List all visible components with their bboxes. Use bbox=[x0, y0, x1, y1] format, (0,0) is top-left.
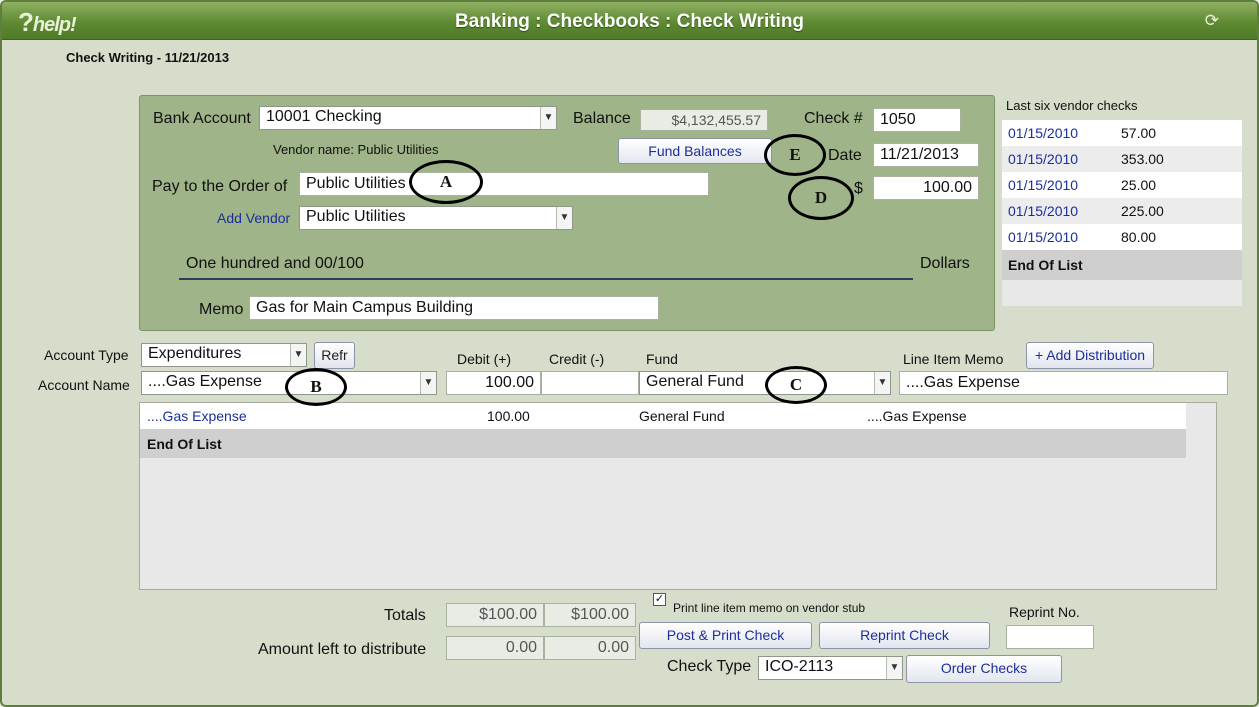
fund-balances-button[interactable]: Fund Balances bbox=[618, 138, 772, 164]
credit-input[interactable] bbox=[541, 371, 639, 395]
check-amount: 25.00 bbox=[1121, 177, 1157, 193]
chevron-down-icon: ▼ bbox=[540, 107, 556, 129]
check-amount: 57.00 bbox=[1121, 125, 1157, 141]
line-memo-input[interactable]: ....Gas Expense bbox=[899, 371, 1228, 395]
list-item[interactable]: 01/15/2010 225.00 bbox=[1002, 198, 1242, 224]
bank-account-select[interactable]: 10001 Checking ▼ bbox=[259, 106, 557, 130]
debit-label: Debit (+) bbox=[457, 351, 512, 367]
bank-account-label: Bank Account bbox=[153, 110, 251, 127]
window-title: Banking : Checkbooks : Check Writing bbox=[454, 11, 805, 32]
check-date: 01/15/2010 bbox=[1008, 151, 1079, 167]
add-vendor-link[interactable]: Add Vendor bbox=[217, 210, 290, 226]
check-type-label: Check Type bbox=[667, 658, 752, 675]
date-label: Date bbox=[828, 147, 862, 164]
annotation-d: D bbox=[788, 176, 854, 220]
vendor-select[interactable]: Public Utilities ▼ bbox=[299, 206, 573, 230]
left-debit: 0.00 bbox=[446, 636, 544, 660]
chevron-down-icon: ▼ bbox=[556, 207, 572, 229]
check-date: 01/15/2010 bbox=[1008, 229, 1079, 245]
row-fund: General Fund bbox=[639, 408, 725, 424]
list-end-row: End Of List bbox=[1002, 250, 1242, 280]
annotation-e: E bbox=[764, 134, 826, 176]
chevron-down-icon: ▼ bbox=[874, 372, 890, 394]
amount-in-words: One hundred and 00/100 bbox=[186, 255, 364, 272]
post-print-check-button[interactable]: Post & Print Check bbox=[639, 622, 812, 649]
debit-input[interactable]: 100.00 bbox=[446, 371, 541, 395]
line-memo-label: Line Item Memo bbox=[903, 351, 1004, 367]
reprint-check-button[interactable]: Reprint Check bbox=[819, 622, 990, 649]
balance-label: Balance bbox=[573, 110, 631, 127]
total-debit: $100.00 bbox=[446, 603, 544, 627]
bank-account-value: 10001 Checking bbox=[266, 108, 382, 125]
row-account: ....Gas Expense bbox=[147, 408, 247, 424]
title-bar: ?help! Banking : Checkbooks : Check Writ… bbox=[2, 2, 1257, 40]
check-type-select[interactable]: ICO-2113 ▼ bbox=[758, 656, 903, 680]
check-number-input[interactable]: 1050 bbox=[873, 108, 961, 132]
chevron-down-icon: ▼ bbox=[290, 344, 306, 366]
account-type-select[interactable]: Expenditures ▼ bbox=[141, 343, 307, 367]
table-row[interactable]: ....Gas Expense 100.00 General Fund ....… bbox=[140, 403, 1186, 429]
date-input[interactable]: 11/21/2013 bbox=[873, 143, 979, 167]
refresh-button[interactable]: Refr bbox=[314, 342, 355, 369]
print-memo-label: Print line item memo on vendor stub bbox=[673, 601, 866, 615]
vendor-checks-title: Last six vendor checks bbox=[1006, 98, 1138, 113]
memo-input[interactable]: Gas for Main Campus Building bbox=[249, 296, 659, 320]
check-type-value: ICO-2113 bbox=[765, 658, 834, 675]
fund-label: Fund bbox=[646, 351, 678, 367]
order-checks-button[interactable]: Order Checks bbox=[906, 655, 1062, 683]
annotation-a: A bbox=[409, 160, 483, 204]
check-amount: 225.00 bbox=[1121, 203, 1164, 219]
check-date: 01/15/2010 bbox=[1008, 125, 1079, 141]
account-name-value: ....Gas Expense bbox=[148, 373, 262, 390]
account-type-label: Account Type bbox=[44, 347, 129, 363]
print-memo-checkbox[interactable]: ✓ bbox=[653, 593, 666, 606]
left-credit: 0.00 bbox=[544, 636, 636, 660]
page-heading: Check Writing - 11/21/2013 bbox=[66, 50, 230, 65]
end-of-list-label: End Of List bbox=[1008, 257, 1083, 273]
chevron-down-icon: ▼ bbox=[420, 372, 436, 394]
refresh-icon[interactable]: ⟳ bbox=[1205, 11, 1219, 31]
check-number-label: Check # bbox=[804, 110, 863, 127]
dollars-label: Dollars bbox=[920, 255, 970, 272]
list-item[interactable]: 01/15/2010 353.00 bbox=[1002, 146, 1242, 172]
end-of-list-label: End Of List bbox=[147, 436, 222, 452]
account-type-value: Expenditures bbox=[148, 345, 242, 362]
pay-to-label: Pay to the Order of bbox=[152, 178, 288, 195]
reprint-no-label: Reprint No. bbox=[1009, 604, 1080, 620]
vendor-name-text: Vendor name: Public Utilities bbox=[273, 142, 439, 157]
add-distribution-button[interactable]: + Add Distribution bbox=[1026, 342, 1154, 369]
list-item[interactable]: 01/15/2010 25.00 bbox=[1002, 172, 1242, 198]
pay-to-input[interactable]: Public Utilities bbox=[299, 172, 709, 196]
check-date: 01/15/2010 bbox=[1008, 203, 1079, 219]
annotation-c: C bbox=[765, 366, 827, 404]
account-name-label: Account Name bbox=[38, 377, 130, 393]
row-amount: 100.00 bbox=[487, 408, 530, 424]
balance-field: $4,132,455.57 bbox=[640, 109, 768, 131]
amount-input[interactable]: 100.00 bbox=[873, 176, 979, 200]
totals-label: Totals bbox=[384, 607, 426, 624]
annotation-b: B bbox=[285, 368, 347, 406]
total-credit: $100.00 bbox=[544, 603, 636, 627]
chevron-down-icon: ▼ bbox=[886, 657, 902, 679]
fund-value: General Fund bbox=[646, 373, 744, 390]
row-memo: ....Gas Expense bbox=[867, 408, 967, 424]
credit-label: Credit (-) bbox=[549, 351, 605, 367]
dollar-sign: $ bbox=[854, 180, 863, 197]
check-date: 01/15/2010 bbox=[1008, 177, 1079, 193]
distribution-list: ....Gas Expense 100.00 General Fund ....… bbox=[139, 402, 1217, 590]
check-writing-window: ?help! Banking : Checkbooks : Check Writ… bbox=[0, 0, 1259, 707]
vendor-checks-list: 01/15/2010 57.00 01/15/2010 353.00 01/15… bbox=[1002, 120, 1242, 306]
check-amount: 353.00 bbox=[1121, 151, 1164, 167]
reprint-no-input[interactable] bbox=[1006, 625, 1094, 649]
amount-underline bbox=[179, 278, 913, 280]
list-item[interactable]: 01/15/2010 80.00 bbox=[1002, 224, 1242, 250]
memo-label: Memo bbox=[199, 301, 244, 318]
vendor-select-value: Public Utilities bbox=[306, 208, 406, 225]
check-amount: 80.00 bbox=[1121, 229, 1157, 245]
amount-left-label: Amount left to distribute bbox=[258, 641, 427, 658]
list-end-row: End Of List bbox=[140, 429, 1186, 458]
list-item[interactable]: 01/15/2010 57.00 bbox=[1002, 120, 1242, 146]
